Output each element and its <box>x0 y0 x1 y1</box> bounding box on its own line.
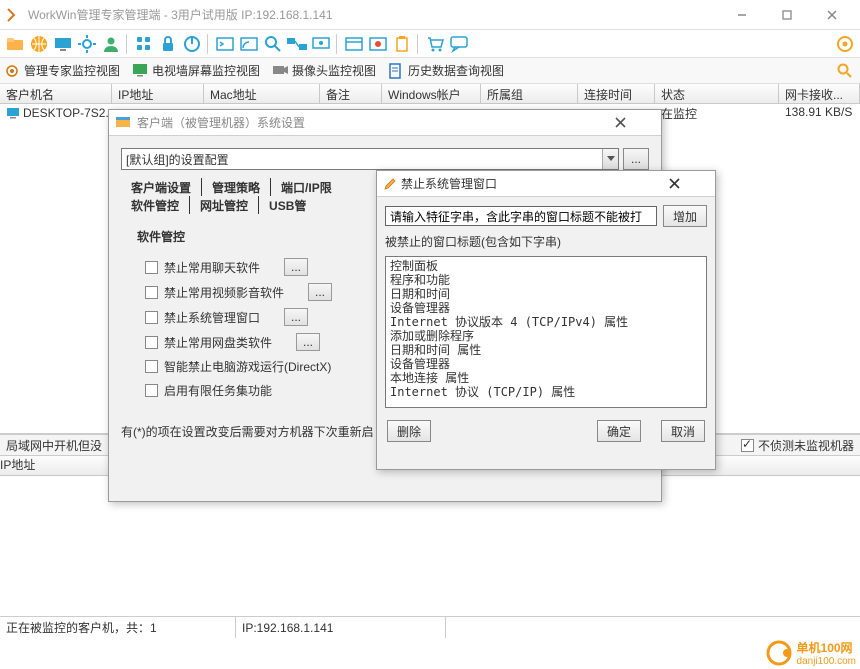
more-button[interactable]: ... <box>284 258 308 276</box>
config-icon[interactable] <box>834 33 856 55</box>
group-combobox[interactable]: [默认组]的设置配置 <box>121 148 619 170</box>
col-netcard[interactable]: 网卡接收... <box>779 84 860 103</box>
add-button[interactable]: 增加 <box>663 205 707 227</box>
pc-icon <box>6 107 20 119</box>
lan-col-ip[interactable]: IP地址 <box>0 456 70 475</box>
more-button[interactable]: ... <box>296 333 320 351</box>
status-text: 正在被监控的客户机，共：1 <box>0 617 236 638</box>
checkbox-icon <box>741 439 754 452</box>
monitor-icon[interactable] <box>52 33 74 55</box>
chevron-down-icon <box>602 149 618 169</box>
window-titlebar: WorkWin管理专家管理端 - 3用户试用版 IP:192.168.1.141 <box>0 0 860 30</box>
pattern-input[interactable] <box>385 206 657 226</box>
watermark-icon <box>765 639 793 667</box>
unmonitor-checkbox[interactable]: 不侦测未监视机器 <box>741 437 854 454</box>
tab-monitor-view[interactable]: 管理专家监控视图 <box>4 62 120 79</box>
dialog-title: 客户端（被管理机器）系统设置 <box>137 114 615 131</box>
window-icon[interactable] <box>343 33 365 55</box>
ok-button[interactable]: 确定 <box>597 420 641 442</box>
watermark: 单机100网 danji100.com <box>765 639 856 667</box>
grid-header: 客户机名 IP地址 Mac地址 备注 Windows帐户 所属组 连接时间 状态… <box>0 84 860 104</box>
forbid-window-dialog: 禁止系统管理窗口 增加 被禁止的窗口标题(包含如下字串) 控制面板 程序和功能 … <box>376 170 716 470</box>
dialog-titlebar: 客户端（被管理机器）系统设置 <box>109 110 661 136</box>
minimize-button[interactable] <box>719 1 764 29</box>
col-mac[interactable]: Mac地址 <box>204 84 320 103</box>
gear-icon[interactable] <box>76 33 98 55</box>
app-icon <box>6 7 22 23</box>
user-icon[interactable] <box>100 33 122 55</box>
dialog-close-button[interactable] <box>615 117 655 128</box>
tv-icon <box>132 63 148 79</box>
close-button[interactable] <box>809 1 854 29</box>
power-icon[interactable] <box>181 33 203 55</box>
dialog2-close-button[interactable] <box>669 178 709 189</box>
lock-icon[interactable] <box>157 33 179 55</box>
camera-icon <box>272 63 288 79</box>
dialog2-title: 禁止系统管理窗口 <box>401 175 669 192</box>
more-button[interactable]: ... <box>308 283 332 301</box>
tab-usb[interactable]: USB管 <box>259 196 316 214</box>
tab-software[interactable]: 软件管控 <box>121 196 190 214</box>
pattern-list[interactable]: 控制面板 程序和功能 日期和时间 设备管理器 Internet 协议版本 4 (… <box>385 256 707 408</box>
col-remark[interactable]: 备注 <box>320 84 382 103</box>
window-title: WorkWin管理专家管理端 - 3用户试用版 IP:192.168.1.141 <box>28 6 719 23</box>
cancel-button[interactable]: 取消 <box>661 420 705 442</box>
record-icon[interactable] <box>367 33 389 55</box>
cast-icon[interactable] <box>238 33 260 55</box>
clipboard-icon[interactable] <box>391 33 413 55</box>
checkbox-icon <box>145 261 158 274</box>
tab-history-view[interactable]: 历史数据查询视图 <box>388 62 504 79</box>
chat-icon[interactable] <box>448 33 470 55</box>
network-icon[interactable] <box>286 33 308 55</box>
view-tabs: 管理专家监控视图 电视墙屏幕监控视图 摄像头监控视图 历史数据查询视图 <box>0 58 860 84</box>
col-winuser[interactable]: Windows帐户 <box>382 84 481 103</box>
tab-policy[interactable]: 管理策略 <box>202 178 271 196</box>
dialog2-titlebar: 禁止系统管理窗口 <box>377 171 715 197</box>
col-conn[interactable]: 连接时间 <box>578 84 655 103</box>
grid-icon[interactable] <box>133 33 155 55</box>
col-host[interactable]: 客户机名 <box>0 84 112 103</box>
cart-icon[interactable] <box>424 33 446 55</box>
checkbox-icon <box>145 360 158 373</box>
lan-title: 局域网中开机但没 <box>6 437 102 454</box>
main-toolbar <box>0 30 860 58</box>
status-bar: 正在被监控的客户机，共：1 IP:192.168.1.141 <box>0 616 860 638</box>
checkbox-icon <box>145 286 158 299</box>
terminal-icon[interactable] <box>214 33 236 55</box>
list-label: 被禁止的窗口标题(包含如下字串) <box>385 233 707 250</box>
tab-url[interactable]: 网址管控 <box>190 196 259 214</box>
dialog-icon <box>115 115 131 131</box>
screen-icon[interactable] <box>310 33 332 55</box>
col-group[interactable]: 所属组 <box>481 84 578 103</box>
tab-client-settings[interactable]: 客户端设置 <box>121 178 202 196</box>
doc-icon <box>388 63 404 79</box>
checkbox-icon <box>145 311 158 324</box>
tab-camera-view[interactable]: 摄像头监控视图 <box>272 62 376 79</box>
browse-button[interactable]: ... <box>623 148 649 170</box>
tab-tvwall-view[interactable]: 电视墙屏幕监控视图 <box>132 62 260 79</box>
search-icon[interactable] <box>834 60 856 82</box>
checkbox-icon <box>145 384 158 397</box>
folder-icon[interactable] <box>4 33 26 55</box>
globe-icon[interactable] <box>28 33 50 55</box>
col-ip[interactable]: IP地址 <box>112 84 204 103</box>
checkbox-icon <box>145 336 158 349</box>
maximize-button[interactable] <box>764 1 809 29</box>
delete-button[interactable]: 删除 <box>387 420 431 442</box>
status-ip: IP:192.168.1.141 <box>236 617 446 638</box>
eye-icon <box>4 63 20 79</box>
tab-port-ip[interactable]: 端口/IP限 <box>271 178 342 196</box>
zoom-icon[interactable] <box>262 33 284 55</box>
pencil-icon <box>383 177 397 191</box>
more-button[interactable]: ... <box>284 308 308 326</box>
col-status[interactable]: 状态 <box>655 84 779 103</box>
